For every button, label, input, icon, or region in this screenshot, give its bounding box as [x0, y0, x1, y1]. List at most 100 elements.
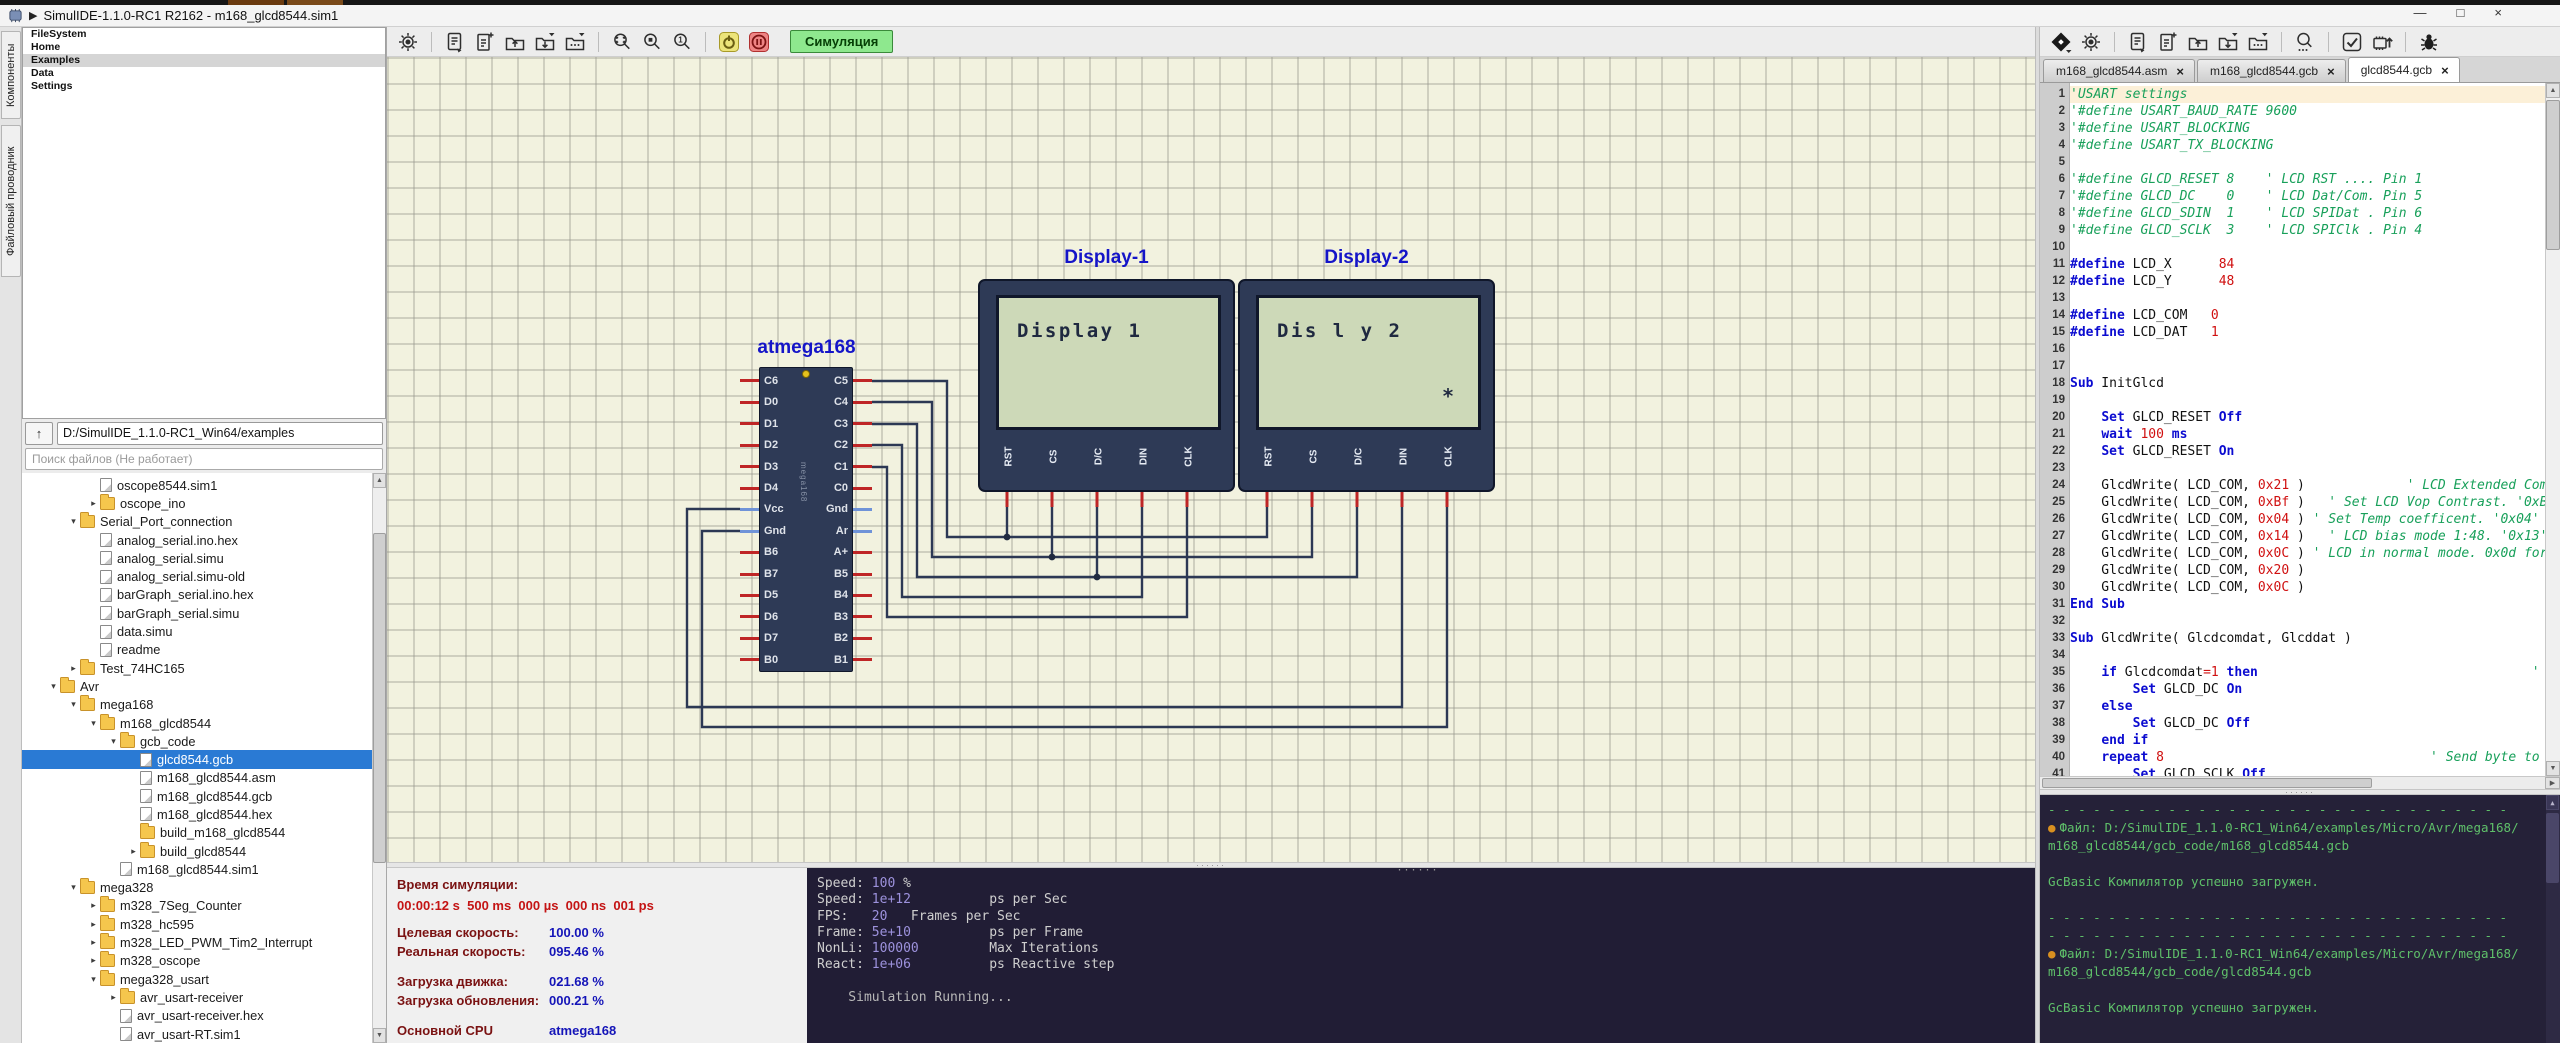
tree-item[interactable]: ▸m328_LED_PWM_Tim2_Interrupt — [22, 933, 372, 951]
tab-m168_glcd8544.asm[interactable]: m168_glcd8544.asm× — [2043, 59, 2195, 82]
mcu-pin-Gnd[interactable] — [740, 530, 759, 533]
chevron-right-icon[interactable]: ▸ — [87, 900, 100, 911]
tree-item[interactable]: analog_serial.ino.hex — [22, 531, 372, 549]
close-icon[interactable]: × — [2176, 64, 2184, 79]
display2[interactable]: Dis l y 2 * RSTCSD/CDINCLK — [1238, 279, 1495, 492]
chevron-down-icon[interactable]: ▾ — [87, 974, 100, 985]
simulation-status-badge[interactable]: Симуляция — [790, 30, 893, 53]
mcu-pin-Gnd[interactable] — [853, 508, 872, 511]
chevron-down-icon[interactable]: ▾ — [67, 699, 80, 710]
tree-item[interactable]: m168_glcd8544.hex — [22, 805, 372, 823]
tree-item[interactable]: ▸build_glcd8544 — [22, 842, 372, 860]
chevron-right-icon[interactable]: ▸ — [87, 498, 100, 509]
tree-item[interactable]: build_m168_glcd8544 — [22, 824, 372, 842]
folder-open-button[interactable] — [502, 29, 528, 55]
nav-item-settings[interactable]: Settings — [23, 80, 385, 93]
mcu-pin-Vcc[interactable] — [740, 508, 759, 511]
code-editor[interactable]: 1234567891011121314151617181920212223242… — [2040, 83, 2560, 789]
tree-item[interactable]: m168_glcd8544.asm — [22, 769, 372, 787]
maximize-button[interactable]: □ — [2457, 5, 2465, 20]
close-button[interactable]: × — [2494, 5, 2502, 20]
nav-item-filesystem[interactable]: FileSystem — [23, 28, 385, 41]
pause-button[interactable] — [746, 29, 772, 55]
gear-button[interactable] — [395, 29, 421, 55]
tree-scrollbar[interactable]: ▲ ▼ — [372, 473, 386, 1043]
mcu-pin-C0[interactable] — [853, 487, 872, 490]
tree-item[interactable]: oscope8544.sim1 — [22, 476, 372, 494]
scroll-down-icon[interactable]: ▼ — [373, 1028, 386, 1043]
scroll-up-icon[interactable]: ▲ — [373, 473, 386, 488]
nav-item-data[interactable]: Data — [23, 67, 385, 80]
chevron-right-icon[interactable]: ▸ — [87, 919, 100, 930]
folder-saveas-button[interactable] — [2245, 29, 2271, 55]
folder-saveas-button[interactable] — [562, 29, 588, 55]
nav-item-home[interactable]: Home — [23, 41, 385, 54]
tree-item[interactable]: ▸m328_oscope — [22, 952, 372, 970]
tree-item[interactable]: analog_serial.simu-old — [22, 567, 372, 585]
tree-item[interactable]: m168_glcd8544.sim1 — [22, 860, 372, 878]
chevron-right-icon[interactable]: ▸ — [107, 992, 120, 1003]
file-new-button[interactable] — [2155, 29, 2181, 55]
mcu-pin-D3[interactable] — [740, 465, 759, 468]
tree-item[interactable]: ▾mega168 — [22, 696, 372, 714]
mcu-pin-D1[interactable] — [740, 422, 759, 425]
scroll-up-icon[interactable]: ▲ — [2546, 83, 2560, 98]
folder-save-button[interactable] — [532, 29, 558, 55]
folder-open-button[interactable] — [2185, 29, 2211, 55]
mcu-pin-C2[interactable] — [853, 444, 872, 447]
mcu-pin-D6[interactable] — [740, 615, 759, 618]
mcu-pin-B6[interactable] — [740, 551, 759, 554]
tree-item[interactable]: ▸Test_74HC165 — [22, 659, 372, 677]
log-scrollbar[interactable]: ▲ — [2546, 795, 2560, 1043]
power-button[interactable] — [716, 29, 742, 55]
mcu-pin-B0[interactable] — [740, 658, 759, 661]
chevron-down-icon[interactable]: ▾ — [47, 681, 60, 692]
doc-reload-button[interactable] — [442, 29, 468, 55]
editor-scrollbar[interactable]: ▲ ▼ — [2545, 83, 2560, 776]
close-icon[interactable]: × — [2441, 63, 2449, 78]
search-input[interactable] — [25, 448, 383, 470]
tree-item[interactable]: ▾mega328 — [22, 879, 372, 897]
tree-item[interactable]: ▸m328_hc595 — [22, 915, 372, 933]
check-button[interactable] — [2339, 29, 2365, 55]
mcu-pin-B7[interactable] — [740, 573, 759, 576]
scroll-right-icon[interactable]: ▶ — [2545, 777, 2560, 789]
mcu-atmega168[interactable]: mega168 C6C5D0C4D1C3D2C2D3C1D4C0VccGndGn… — [759, 367, 853, 672]
tab-file-explorer[interactable]: Файловый проводник — [1, 125, 21, 277]
zoom-fit-button[interactable] — [609, 29, 635, 55]
tree-item[interactable]: ▾Serial_Port_connection — [22, 513, 372, 531]
tree-item[interactable]: readme — [22, 641, 372, 659]
file-new-button[interactable] — [472, 29, 498, 55]
tab-glcd8544.gcb[interactable]: glcd8544.gcb× — [2348, 57, 2460, 82]
tab-components[interactable]: Компоненты — [1, 31, 21, 119]
scroll-thumb[interactable] — [2042, 778, 2372, 788]
mcu-pin-D0[interactable] — [740, 401, 759, 404]
tree-item[interactable]: ▾gcb_code — [22, 732, 372, 750]
doc-reload-button[interactable] — [2125, 29, 2151, 55]
chevron-down-icon[interactable]: ▾ — [67, 516, 80, 527]
tree-item[interactable]: ▾mega328_usart — [22, 970, 372, 988]
mcu-pin-B3[interactable] — [853, 615, 872, 618]
scroll-down-icon[interactable]: ▼ — [2546, 761, 2560, 776]
mcu-pin-D7[interactable] — [740, 637, 759, 640]
chevron-down-icon[interactable]: ▾ — [87, 718, 100, 729]
circuit-canvas[interactable]: atmega168 mega168 C6C5D0C4D1C3D2C2D3C1D4… — [387, 57, 2035, 862]
tree-item[interactable]: analog_serial.simu — [22, 549, 372, 567]
folder-save-button[interactable] — [2215, 29, 2241, 55]
mcu-pin-C6[interactable] — [740, 379, 759, 382]
close-icon[interactable]: × — [2327, 64, 2335, 79]
tree-item[interactable]: ▸avr_usart-receiver — [22, 988, 372, 1006]
mcu-pin-A+[interactable] — [853, 551, 872, 554]
scroll-up-icon[interactable]: ▲ — [2546, 795, 2559, 810]
tree-item[interactable]: barGraph_serial.ino.hex — [22, 586, 372, 604]
code-area[interactable]: 'USART settings'#define USART_BAUD_RATE … — [2070, 83, 2545, 776]
chevron-right-icon[interactable]: ▸ — [127, 846, 140, 857]
mcu-pin-C4[interactable] — [853, 401, 872, 404]
mcu-pin-B2[interactable] — [853, 637, 872, 640]
tab-m168_glcd8544.gcb[interactable]: m168_glcd8544.gcb× — [2197, 59, 2346, 82]
tree-item[interactable]: avr_usart-receiver.hex — [22, 1007, 372, 1025]
scroll-thumb[interactable] — [2546, 100, 2560, 250]
mcu-pin-D4[interactable] — [740, 487, 759, 490]
chevron-down-icon[interactable]: ▾ — [107, 736, 120, 747]
tree-item[interactable]: ▸m328_7Seg_Counter — [22, 897, 372, 915]
